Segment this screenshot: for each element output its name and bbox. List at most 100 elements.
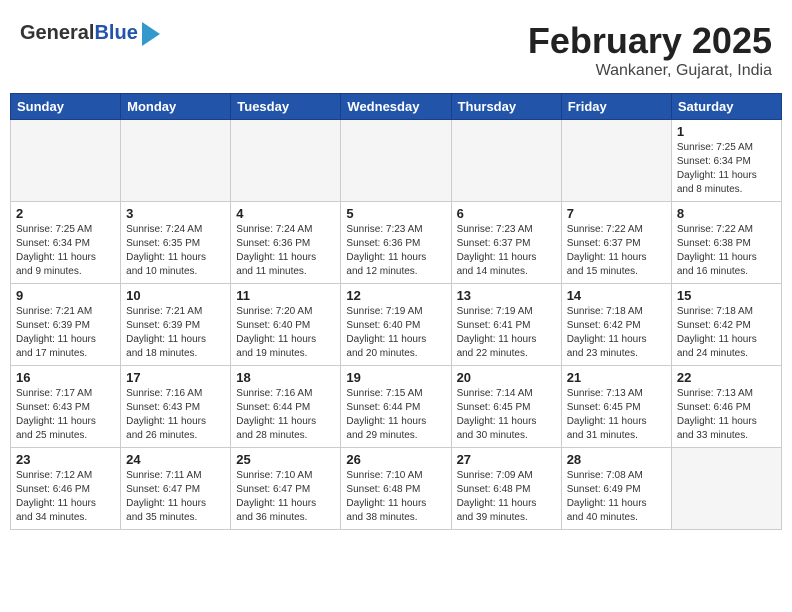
day-number: 25: [236, 452, 335, 467]
calendar-week-3: 16Sunrise: 7:17 AM Sunset: 6:43 PM Dayli…: [11, 366, 782, 448]
calendar-cell: 11Sunrise: 7:20 AM Sunset: 6:40 PM Dayli…: [231, 284, 341, 366]
day-number: 26: [346, 452, 445, 467]
logo-general-text: General: [20, 22, 94, 44]
calendar-week-0: 1 Sunrise: 7:25 AM Sunset: 6:34 PM Daylig…: [11, 120, 782, 202]
day-number: 27: [457, 452, 556, 467]
day-info: Sunrise: 7:18 AM Sunset: 6:42 PM Dayligh…: [677, 305, 776, 361]
day-info: Sunrise: 7:25 AM Sunset: 6:34 PM Dayligh…: [16, 223, 115, 279]
logo: General Blue: [20, 20, 160, 46]
calendar-cell: [121, 120, 231, 202]
day-info: Sunrise: 7:24 AM Sunset: 6:35 PM Dayligh…: [126, 223, 225, 279]
calendar-cell: 28Sunrise: 7:08 AM Sunset: 6:49 PM Dayli…: [561, 448, 671, 530]
day-info: Sunrise: 7:08 AM Sunset: 6:49 PM Dayligh…: [567, 469, 666, 525]
day-number: 19: [346, 370, 445, 385]
calendar-cell: 27 Sunrise: 7:09 AM Sunset: 6:48 PM Dayli…: [451, 448, 561, 530]
day-info: Sunrise: 7:22 AM Sunset: 6:37 PM Dayligh…: [567, 223, 666, 279]
calendar-cell: 5 Sunrise: 7:23 AM Sunset: 6:36 PM Daylig…: [341, 202, 451, 284]
calendar-cell: 2 Sunrise: 7:25 AM Sunset: 6:34 PM Daylig…: [11, 202, 121, 284]
calendar-week-1: 2 Sunrise: 7:25 AM Sunset: 6:34 PM Daylig…: [11, 202, 782, 284]
day-number: 23: [16, 452, 115, 467]
calendar-cell: 14 Sunrise: 7:18 AM Sunset: 6:42 PM Dayli…: [561, 284, 671, 366]
day-info: Sunrise: 7:13 AM Sunset: 6:46 PM Dayligh…: [677, 387, 776, 443]
day-number: 12: [346, 288, 445, 303]
calendar-cell: 22 Sunrise: 7:13 AM Sunset: 6:46 PM Dayli…: [671, 366, 781, 448]
day-number: 24: [126, 452, 225, 467]
calendar-cell: 9Sunrise: 7:21 AM Sunset: 6:39 PM Daylig…: [11, 284, 121, 366]
day-number: 15: [677, 288, 776, 303]
day-info: Sunrise: 7:19 AM Sunset: 6:40 PM Dayligh…: [346, 305, 445, 361]
calendar-cell: [561, 120, 671, 202]
calendar-table: SundayMondayTuesdayWednesdayThursdayFrid…: [10, 93, 782, 530]
calendar-cell: [231, 120, 341, 202]
logo-arrow-icon: [142, 22, 160, 46]
calendar-cell: 1 Sunrise: 7:25 AM Sunset: 6:34 PM Daylig…: [671, 120, 781, 202]
day-number: 10: [126, 288, 225, 303]
day-info: Sunrise: 7:25 AM Sunset: 6:34 PM Dayligh…: [677, 141, 776, 197]
weekday-header-row: SundayMondayTuesdayWednesdayThursdayFrid…: [11, 94, 782, 120]
day-info: Sunrise: 7:10 AM Sunset: 6:47 PM Dayligh…: [236, 469, 335, 525]
day-number: 16: [16, 370, 115, 385]
day-info: Sunrise: 7:23 AM Sunset: 6:36 PM Dayligh…: [346, 223, 445, 279]
day-number: 7: [567, 206, 666, 221]
day-number: 5: [346, 206, 445, 221]
day-info: Sunrise: 7:24 AM Sunset: 6:36 PM Dayligh…: [236, 223, 335, 279]
weekday-header-saturday: Saturday: [671, 94, 781, 120]
day-number: 20: [457, 370, 556, 385]
calendar-week-2: 9 Sunrise: 7:21 AM Sunset: 6:39 PM Daylig…: [11, 284, 782, 366]
day-info: Sunrise: 7:13 AM Sunset: 6:45 PM Dayligh…: [567, 387, 666, 443]
day-number: 8: [677, 206, 776, 221]
location-label: Wankaner, Gujarat, India: [528, 62, 772, 80]
calendar-cell: 4Sunrise: 7:24 AM Sunset: 6:36 PM Daylig…: [231, 202, 341, 284]
day-info: Sunrise: 7:16 AM Sunset: 6:44 PM Dayligh…: [236, 387, 335, 443]
calendar-cell: 25 Sunrise: 7:10 AM Sunset: 6:47 PM Dayli…: [231, 448, 341, 530]
calendar-cell: [671, 448, 781, 530]
day-info: Sunrise: 7:16 AM Sunset: 6:43 PM Dayligh…: [126, 387, 225, 443]
day-info: Sunrise: 7:11 AM Sunset: 6:47 PM Dayligh…: [126, 469, 225, 525]
calendar-cell: 6 Sunrise: 7:23 AM Sunset: 6:37 PM Daylig…: [451, 202, 561, 284]
calendar-cell: 12 Sunrise: 7:19 AM Sunset: 6:40 PM Dayli…: [341, 284, 451, 366]
day-number: 22: [677, 370, 776, 385]
calendar-cell: 24 Sunrise: 7:11 AM Sunset: 6:47 PM Dayli…: [121, 448, 231, 530]
day-number: 9: [16, 288, 115, 303]
day-number: 1: [677, 124, 776, 139]
calendar-cell: 23 Sunrise: 7:12 AM Sunset: 6:46 PM Dayli…: [11, 448, 121, 530]
calendar-cell: 16Sunrise: 7:17 AM Sunset: 6:43 PM Dayli…: [11, 366, 121, 448]
day-info: Sunrise: 7:15 AM Sunset: 6:44 PM Dayligh…: [346, 387, 445, 443]
calendar-cell: 26Sunrise: 7:10 AM Sunset: 6:48 PM Dayli…: [341, 448, 451, 530]
day-number: 18: [236, 370, 335, 385]
day-info: Sunrise: 7:21 AM Sunset: 6:39 PM Dayligh…: [126, 305, 225, 361]
day-info: Sunrise: 7:19 AM Sunset: 6:41 PM Dayligh…: [457, 305, 556, 361]
calendar-cell: 3 Sunrise: 7:24 AM Sunset: 6:35 PM Daylig…: [121, 202, 231, 284]
day-info: Sunrise: 7:18 AM Sunset: 6:42 PM Dayligh…: [567, 305, 666, 361]
calendar-cell: 20Sunrise: 7:14 AM Sunset: 6:45 PM Dayli…: [451, 366, 561, 448]
day-number: 17: [126, 370, 225, 385]
calendar-cell: 19 Sunrise: 7:15 AM Sunset: 6:44 PM Dayli…: [341, 366, 451, 448]
calendar-cell: 7 Sunrise: 7:22 AM Sunset: 6:37 PM Daylig…: [561, 202, 671, 284]
month-title: February 2025: [528, 20, 772, 62]
calendar-cell: 8 Sunrise: 7:22 AM Sunset: 6:38 PM Daylig…: [671, 202, 781, 284]
calendar-cell: 17 Sunrise: 7:16 AM Sunset: 6:43 PM Dayli…: [121, 366, 231, 448]
weekday-header-thursday: Thursday: [451, 94, 561, 120]
calendar-cell: 21 Sunrise: 7:13 AM Sunset: 6:45 PM Dayli…: [561, 366, 671, 448]
day-info: Sunrise: 7:23 AM Sunset: 6:37 PM Dayligh…: [457, 223, 556, 279]
weekday-header-wednesday: Wednesday: [341, 94, 451, 120]
weekday-header-sunday: Sunday: [11, 94, 121, 120]
calendar-cell: [11, 120, 121, 202]
day-number: 11: [236, 288, 335, 303]
day-number: 14: [567, 288, 666, 303]
day-number: 21: [567, 370, 666, 385]
day-info: Sunrise: 7:22 AM Sunset: 6:38 PM Dayligh…: [677, 223, 776, 279]
day-number: 2: [16, 206, 115, 221]
day-number: 13: [457, 288, 556, 303]
weekday-header-friday: Friday: [561, 94, 671, 120]
day-number: 6: [457, 206, 556, 221]
weekday-header-tuesday: Tuesday: [231, 94, 341, 120]
calendar-week-4: 23 Sunrise: 7:12 AM Sunset: 6:46 PM Dayli…: [11, 448, 782, 530]
day-number: 3: [126, 206, 225, 221]
logo-blue-text: Blue: [94, 22, 137, 44]
day-info: Sunrise: 7:09 AM Sunset: 6:48 PM Dayligh…: [457, 469, 556, 525]
calendar-cell: [341, 120, 451, 202]
day-info: Sunrise: 7:12 AM Sunset: 6:46 PM Dayligh…: [16, 469, 115, 525]
page-header: General Blue February 2025 Wankaner, Guj…: [10, 10, 782, 85]
calendar-cell: 13 Sunrise: 7:19 AM Sunset: 6:41 PM Dayli…: [451, 284, 561, 366]
